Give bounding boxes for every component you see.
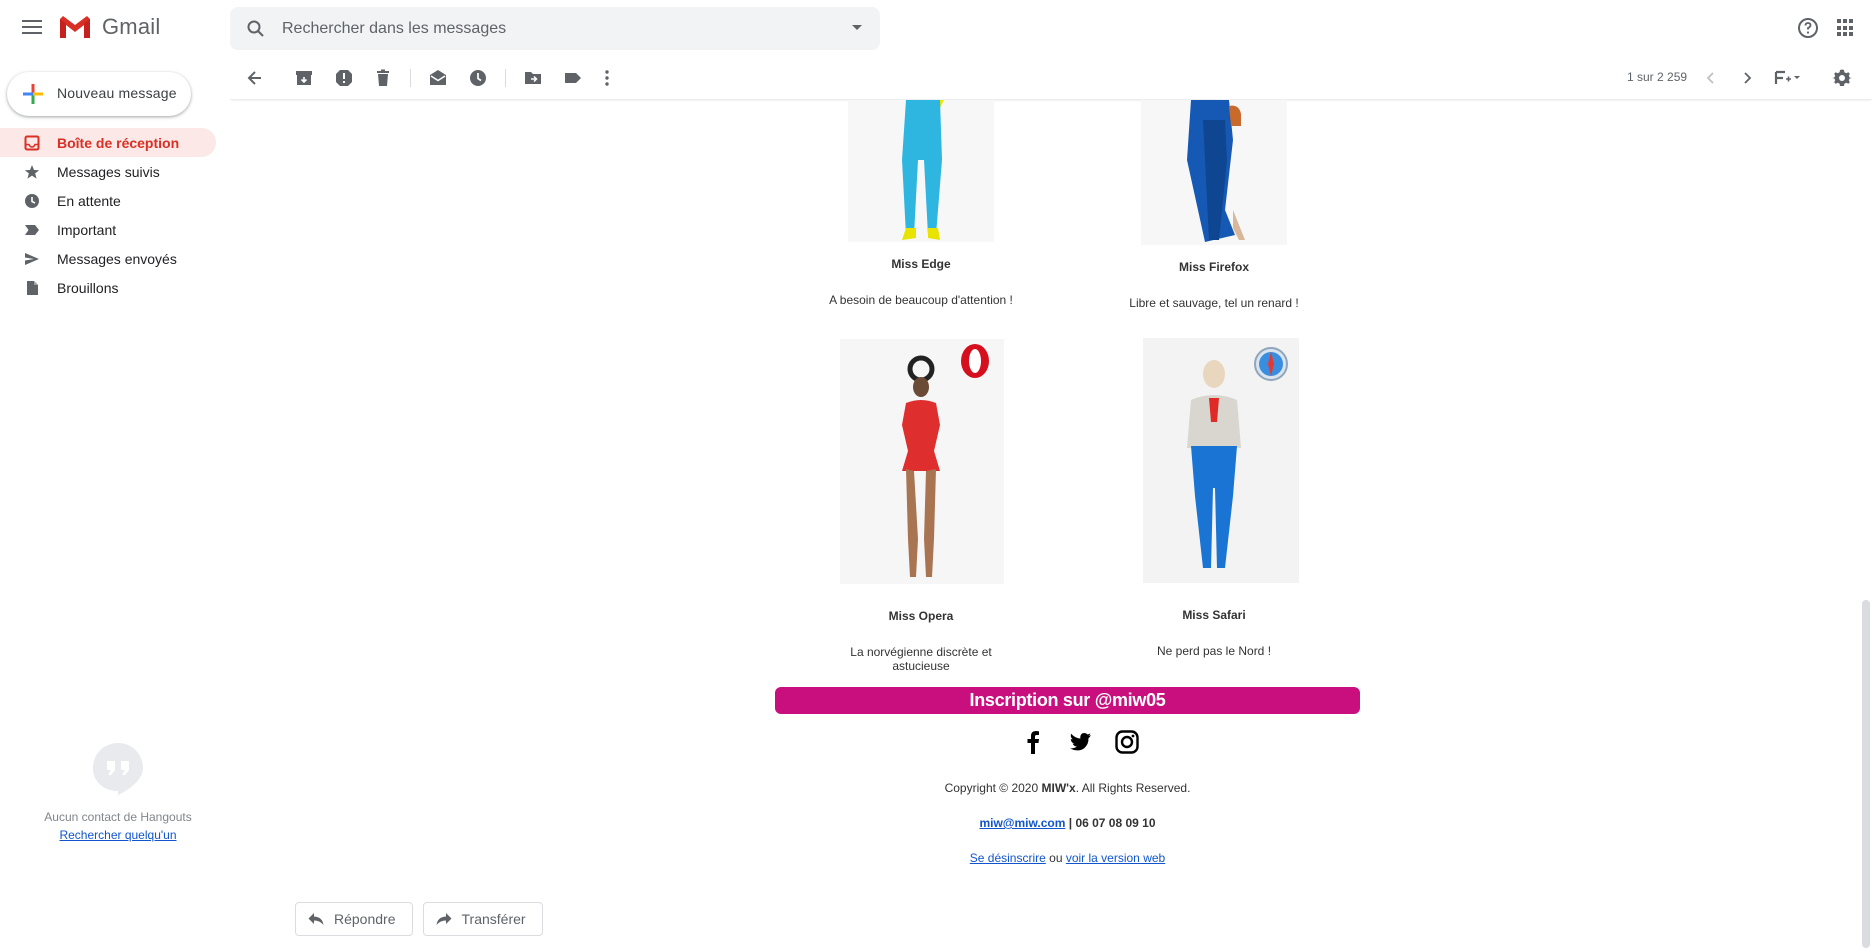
- unsubscribe-link[interactable]: Se désinscrire: [970, 851, 1046, 865]
- web-version-link[interactable]: voir la version web: [1066, 851, 1165, 865]
- reply-label: Répondre: [334, 911, 396, 927]
- toolbar-separator: [410, 69, 411, 87]
- instagram-icon[interactable]: [1114, 729, 1140, 755]
- sidebar-item-label: Brouillons: [57, 279, 119, 296]
- gmail-m-icon: [60, 16, 90, 38]
- twitter-icon[interactable]: [1067, 729, 1093, 755]
- miss-firefox-photo: [1141, 100, 1287, 245]
- card-name: Miss Safari: [1182, 608, 1246, 622]
- hangouts-panel: Aucun contact de Hangouts Rechercher que…: [0, 741, 236, 842]
- forward-icon: [436, 913, 451, 925]
- toolbar-separator: [505, 69, 506, 87]
- newer-icon[interactable]: [1701, 68, 1721, 88]
- sidebar-item-label: Important: [57, 221, 117, 238]
- unsubscribe-line: Se désinscrire ou voir la version web: [775, 851, 1360, 865]
- sidebar-item-inbox[interactable]: Boîte de réception: [0, 128, 216, 157]
- contact-email-link[interactable]: miw@miw.com: [979, 816, 1065, 830]
- reply-icon: [308, 913, 324, 925]
- card-name: Miss Opera: [888, 609, 954, 623]
- sidebar-item-starred[interactable]: Messages suivis: [0, 157, 216, 186]
- compose-plus-icon: [23, 84, 43, 104]
- inbox-icon: [24, 135, 40, 151]
- input-tools-icon[interactable]: [1773, 68, 1803, 88]
- settings-icon[interactable]: [1832, 68, 1852, 88]
- scrollbar[interactable]: [1860, 100, 1872, 950]
- gmail-logo[interactable]: Gmail: [58, 14, 160, 40]
- sidebar-item-snoozed[interactable]: En attente: [0, 186, 216, 215]
- copyright-brand: MIW'x: [1041, 781, 1076, 795]
- compose-label: Nouveau message: [57, 85, 177, 101]
- or-text: ou: [1045, 851, 1066, 865]
- nav-list: Boîte de réception Messages suivis En at…: [0, 128, 216, 302]
- miss-safari-photo: [1143, 338, 1299, 583]
- card-name: Miss Edge: [891, 257, 951, 271]
- older-icon[interactable]: [1737, 68, 1757, 88]
- search-options-icon[interactable]: [852, 25, 862, 30]
- main-menu-icon[interactable]: [20, 16, 44, 40]
- card-description: Ne perd pas le Nord !: [1156, 644, 1272, 658]
- card-description: Libre et sauvage, tel un renard !: [1129, 296, 1299, 310]
- copyright-suffix: . All Rights Reserved.: [1075, 781, 1191, 795]
- more-icon[interactable]: [597, 68, 617, 88]
- star-icon: [24, 164, 40, 180]
- sidebar: Nouveau message Boîte de réception Messa…: [0, 56, 220, 950]
- scrollbar-thumb[interactable]: [1862, 600, 1870, 948]
- sidebar-item-drafts[interactable]: Brouillons: [0, 273, 216, 302]
- sidebar-item-label: Messages suivis: [57, 163, 160, 180]
- social-links: [1020, 729, 1140, 755]
- forward-button[interactable]: Transférer: [422, 902, 543, 936]
- google-apps-icon[interactable]: [1834, 16, 1858, 40]
- copyright-text: Copyright © 2020 MIW'x. All Rights Reser…: [775, 781, 1360, 795]
- contact-line: miw@miw.com | 06 07 08 09 10: [775, 816, 1360, 830]
- mark-unread-icon[interactable]: [428, 68, 448, 88]
- move-to-icon[interactable]: [523, 68, 543, 88]
- report-spam-icon[interactable]: [334, 68, 354, 88]
- forward-label: Transférer: [461, 911, 526, 927]
- browser-card: Miss Edge A besoin de beaucoup d'attenti…: [821, 100, 1021, 307]
- send-icon: [24, 251, 40, 267]
- subscribe-cta-button[interactable]: Inscription sur @miw05: [775, 687, 1360, 714]
- card-description: La norvégienne discrète et astucieuse: [850, 645, 992, 673]
- search-input[interactable]: [282, 7, 822, 50]
- hangouts-empty-text: Aucun contact de Hangouts: [44, 810, 192, 824]
- help-icon[interactable]: [1796, 16, 1820, 40]
- search-icon[interactable]: [246, 19, 266, 39]
- search-bar[interactable]: [230, 7, 880, 50]
- find-someone-link[interactable]: Rechercher quelqu'un: [0, 828, 236, 842]
- miss-edge-photo: [848, 100, 994, 242]
- card-description: A besoin de beaucoup d'attention !: [829, 293, 1013, 307]
- message-toolbar: 1 sur 2 259: [230, 56, 1872, 100]
- back-icon[interactable]: [245, 68, 265, 88]
- clock-icon: [24, 193, 40, 209]
- browser-card: Miss Firefox Libre et sauvage, tel un re…: [1114, 100, 1314, 310]
- delete-icon[interactable]: [373, 68, 393, 88]
- contact-phone: | 06 07 08 09 10: [1065, 816, 1156, 830]
- email-body: Miss Edge A besoin de beaucoup d'attenti…: [230, 100, 1850, 950]
- label-icon[interactable]: [563, 68, 583, 88]
- card-name: Miss Firefox: [1178, 260, 1250, 274]
- sidebar-item-label: Boîte de réception: [57, 134, 180, 151]
- sidebar-item-label: En attente: [57, 192, 121, 209]
- copyright-prefix: Copyright © 2020: [944, 781, 1042, 795]
- compose-button[interactable]: Nouveau message: [7, 72, 191, 116]
- hangouts-icon: [93, 743, 143, 795]
- reply-button[interactable]: Répondre: [295, 902, 413, 936]
- snooze-icon[interactable]: [468, 68, 488, 88]
- top-bar: Gmail: [0, 0, 1872, 56]
- sidebar-item-important[interactable]: Important: [0, 215, 216, 244]
- sidebar-item-sent[interactable]: Messages envoyés: [0, 244, 216, 273]
- facebook-icon[interactable]: [1020, 729, 1046, 755]
- miss-opera-photo: [840, 339, 1004, 584]
- archive-icon[interactable]: [294, 68, 314, 88]
- browser-card: Miss Safari Ne perd pas le Nord !: [1114, 338, 1314, 658]
- app-name: Gmail: [102, 14, 161, 39]
- important-icon: [24, 222, 40, 238]
- draft-icon: [24, 280, 40, 296]
- pager-count: 1 sur 2 259: [1627, 70, 1688, 84]
- browser-card: Miss Opera La norvégienne discrète et as…: [821, 339, 1021, 673]
- reply-actions: Répondre Transférer: [295, 902, 553, 936]
- sidebar-item-label: Messages envoyés: [57, 250, 177, 267]
